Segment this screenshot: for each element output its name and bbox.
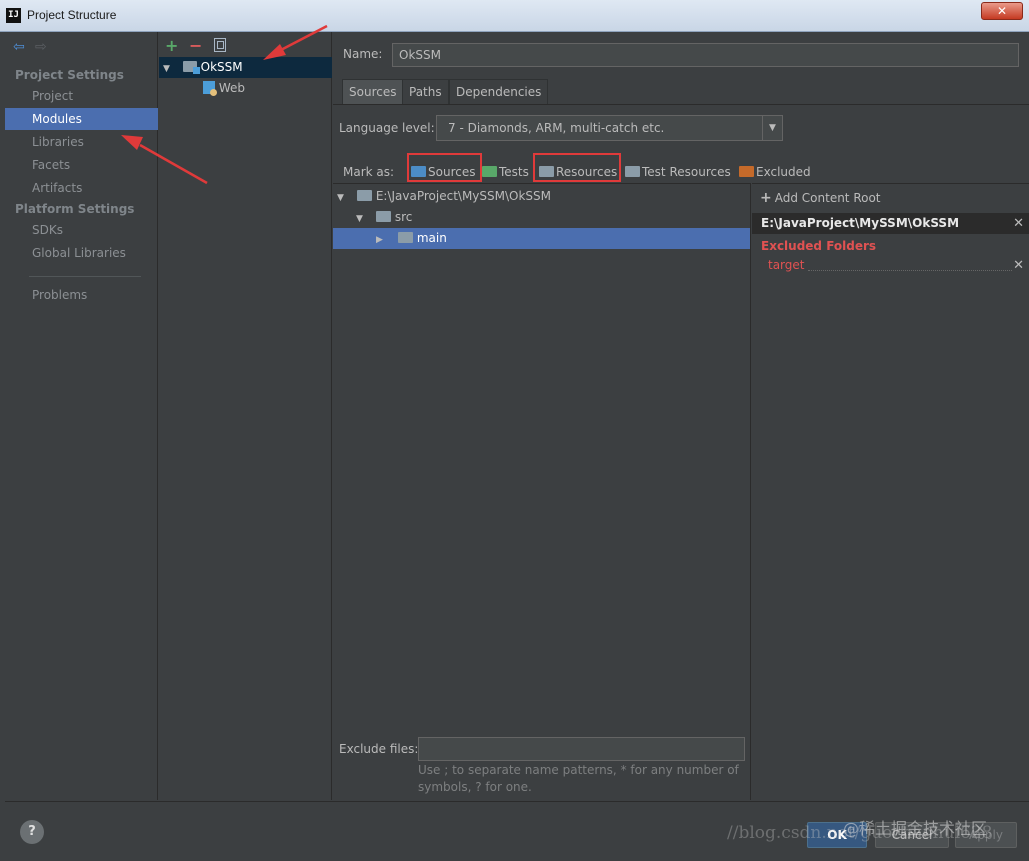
folder-icon: [397, 232, 413, 243]
module-settings: Name: OkSSM Sources Paths Dependencies L…: [333, 32, 1029, 800]
resources-highlight-box: [533, 153, 621, 182]
window-title: Project Structure: [27, 8, 117, 22]
sidebar-item-problems[interactable]: Problems: [5, 284, 158, 306]
language-level-select[interactable]: 7 - Diamonds, ARM, multi-catch etc. ▼: [436, 115, 783, 141]
add-module-icon[interactable]: +: [165, 36, 178, 55]
mark-test-resources-button[interactable]: Test Resources: [625, 162, 731, 182]
language-level-value: 7 - Diamonds, ARM, multi-catch etc.: [448, 121, 665, 135]
section-platform-settings: Platform Settings: [15, 202, 135, 216]
plus-icon: +: [760, 190, 772, 206]
chevron-down-icon[interactable]: ▼: [762, 116, 782, 140]
module-label: OkSSM: [200, 60, 243, 74]
tab-dependencies[interactable]: Dependencies: [449, 79, 549, 104]
remove-module-icon[interactable]: −: [189, 36, 202, 55]
nav-arrows: ⇦ ⇨: [13, 39, 51, 55]
exclude-files-label: Exclude files:: [339, 742, 419, 756]
content-root-panel: + Add Content Root E:\JavaProject\MySSM\O…: [752, 183, 1029, 800]
content-root-path[interactable]: E:\JavaProject\MySSM\OkSSM ✕: [752, 213, 1029, 234]
collapsed-triangle-icon[interactable]: ▶: [376, 230, 386, 251]
expand-triangle-icon[interactable]: ▼: [337, 188, 347, 209]
sidebar-item-sdks[interactable]: SDKs: [5, 219, 158, 241]
exclude-files-hint: Use ; to separate name patterns, * for a…: [418, 763, 739, 794]
brand-watermark: @稀土掘金技术社区: [843, 819, 988, 838]
copy-module-icon[interactable]: [214, 38, 226, 52]
tab-divider: [333, 104, 1029, 105]
mark-excluded-button[interactable]: Excluded: [739, 162, 811, 182]
forward-arrow-icon[interactable]: ⇨: [35, 39, 51, 55]
close-button[interactable]: ✕: [981, 2, 1023, 20]
section-project-settings: Project Settings: [15, 68, 124, 82]
excluded-dotted-leader: [808, 270, 1012, 271]
sidebar-item-global-libraries[interactable]: Global Libraries: [5, 242, 158, 264]
name-label: Name:: [343, 47, 383, 61]
excluded-folders-title: Excluded Folders: [761, 239, 877, 253]
title-bar: IJ Project Structure ✕: [0, 0, 1029, 32]
web-facet-icon: [203, 81, 217, 96]
tab-paths[interactable]: Paths: [402, 79, 449, 104]
add-content-root-button[interactable]: + Add Content Root: [760, 190, 881, 206]
folder-icon: [375, 211, 391, 222]
exclude-files-field[interactable]: [418, 737, 745, 761]
source-tree: ▼ E:\JavaProject\MySSM\OkSSM ▼ src ▶ mai…: [333, 183, 751, 800]
mark-tests-button[interactable]: Tests: [482, 162, 529, 182]
modules-panel: + − ▼ OkSSM Web: [159, 32, 332, 800]
sources-highlight-box: [407, 153, 482, 182]
folder-icon: [356, 190, 372, 201]
tab-sources[interactable]: Sources: [342, 79, 404, 104]
sidebar-item-modules[interactable]: Modules: [5, 108, 158, 130]
intellij-icon: IJ: [6, 8, 21, 23]
sidebar-item-artifacts[interactable]: Artifacts: [5, 177, 158, 199]
language-level-label: Language level:: [339, 121, 435, 135]
module-okssm[interactable]: ▼ OkSSM: [159, 57, 332, 78]
test-resources-folder-icon: [625, 166, 640, 177]
excluded-folder-icon: [739, 166, 754, 177]
tree-row-root[interactable]: ▼ E:\JavaProject\MySSM\OkSSM: [333, 186, 750, 207]
sidebar-divider: [29, 276, 141, 277]
tree-row-main[interactable]: ▶ main: [333, 228, 750, 249]
remove-root-close-icon[interactable]: ✕: [1013, 213, 1024, 234]
back-arrow-icon[interactable]: ⇦: [13, 39, 29, 55]
expand-triangle-icon[interactable]: ▼: [356, 209, 366, 230]
facet-web[interactable]: Web: [159, 78, 332, 99]
excluded-folder-item[interactable]: target: [768, 258, 805, 272]
expand-triangle-icon[interactable]: ▼: [163, 59, 173, 80]
tree-row-src[interactable]: ▼ src: [333, 207, 750, 228]
sidebar-item-project[interactable]: Project: [5, 85, 158, 107]
mark-as-label: Mark as:: [343, 165, 395, 179]
module-name-field[interactable]: OkSSM: [392, 43, 1019, 67]
sidebar-item-libraries[interactable]: Libraries: [5, 131, 158, 153]
help-button[interactable]: ?: [20, 820, 44, 844]
project-structure-window: IJ Project Structure ✕ ⇦ ⇨ Project Settin…: [0, 0, 1029, 861]
sidebar-item-facets[interactable]: Facets: [5, 154, 158, 176]
tests-folder-icon: [482, 166, 497, 177]
remove-excluded-close-icon[interactable]: ✕: [1013, 258, 1024, 273]
module-folder-icon: [182, 61, 200, 74]
facet-label: Web: [218, 81, 245, 95]
settings-sidebar: ⇦ ⇨ Project Settings Project Modules Libr…: [5, 32, 158, 800]
